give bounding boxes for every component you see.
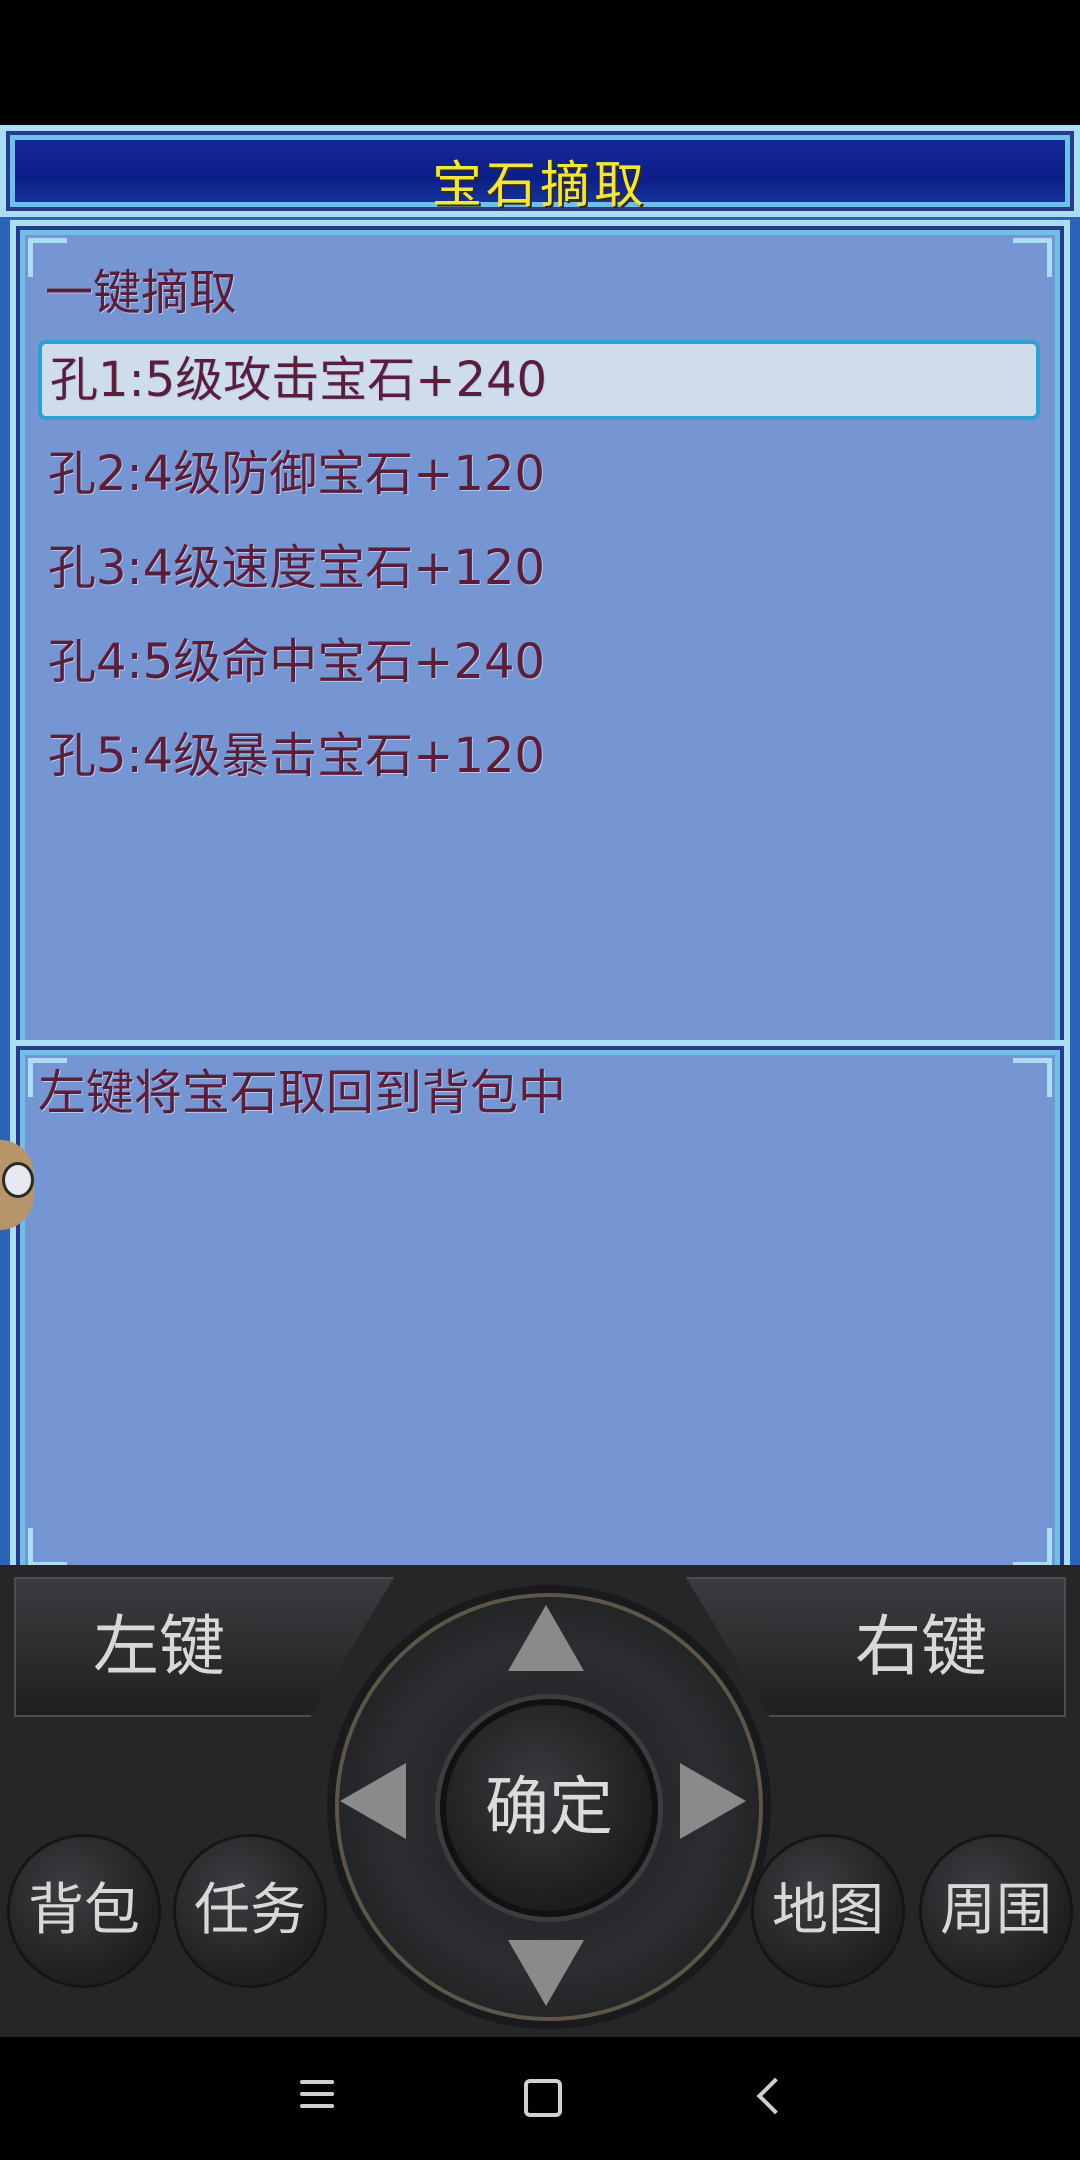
gem-slot-3[interactable]: 孔3:4级速度宝石+120 bbox=[38, 528, 1040, 608]
gem-slot-4[interactable]: 孔4:5级命中宝石+240 bbox=[38, 622, 1040, 702]
right-soft-key[interactable]: 右键 bbox=[686, 1577, 1066, 1717]
game-screen: 宝石摘取 一键摘取 孔1:5级攻击宝石+240 孔2:4级防御宝石+120 孔3… bbox=[0, 125, 1080, 1678]
home-square-icon[interactable] bbox=[524, 2079, 562, 2117]
triangle-right-icon[interactable] bbox=[680, 1763, 746, 1839]
help-description: 左键将宝石取回到背包中 bbox=[38, 1065, 567, 1121]
dialog-title-bar: 宝石摘取 bbox=[0, 125, 1080, 217]
map-button[interactable]: 地图 bbox=[754, 1837, 902, 1985]
gem-slot-5[interactable]: 孔5:4级暴击宝石+120 bbox=[38, 716, 1040, 796]
confirm-button[interactable]: 确定 bbox=[440, 1699, 658, 1917]
back-chevron-icon[interactable] bbox=[756, 2077, 794, 2115]
gem-slot-1[interactable]: 孔1:5级攻击宝石+240 bbox=[38, 340, 1040, 420]
quest-button[interactable]: 任务 bbox=[176, 1837, 324, 1985]
triangle-down-icon[interactable] bbox=[508, 1940, 584, 2006]
virtual-controller: 左键 右键 确定 背包 任务 地图 周围 bbox=[0, 1565, 1080, 2037]
bag-button[interactable]: 背包 bbox=[10, 1837, 158, 1985]
mascot-eye-icon bbox=[2, 1162, 34, 1198]
gem-slot-2[interactable]: 孔2:4级防御宝石+120 bbox=[38, 434, 1040, 514]
left-soft-key[interactable]: 左键 bbox=[14, 1577, 394, 1717]
system-nav-bar bbox=[0, 2037, 1080, 2160]
nearby-button[interactable]: 周围 bbox=[922, 1837, 1070, 1985]
menu-icon[interactable] bbox=[300, 2080, 334, 2116]
dialog-title: 宝石摘取 bbox=[432, 156, 648, 214]
triangle-left-icon[interactable] bbox=[340, 1763, 406, 1839]
triangle-up-icon[interactable] bbox=[508, 1605, 584, 1671]
one-click-remove-option[interactable]: 一键摘取 bbox=[45, 253, 237, 323]
